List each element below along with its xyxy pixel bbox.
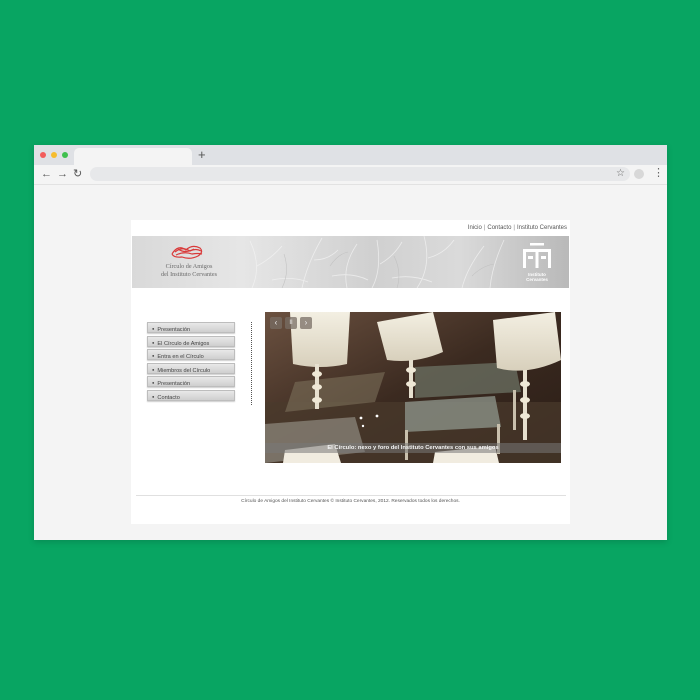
reload-icon[interactable]: ↻ (73, 166, 82, 182)
minimize-window-dot[interactable] (51, 152, 57, 158)
side-menu: ● Presentación ● El Círculo de Amigos ● Ent… (147, 322, 235, 403)
prev-slide-button[interactable]: ‹ (270, 317, 282, 329)
website-page: Inicio|Contacto|Instituto Cervantes (131, 220, 570, 524)
bullet-icon: ● (152, 380, 155, 385)
instituto-cervantes-text: Instituto Cervantes (514, 272, 560, 282)
circulo-logo-text[interactable]: Círculo de Amigos del Instituto Cervante… (154, 263, 224, 278)
menu-item-label: Presentación (157, 381, 191, 387)
menu-item-label: Miembros del Círculo (157, 367, 211, 374)
slide-caption: El Círculo: nexo y foro del Instituto Ce… (265, 443, 561, 453)
more-menu-icon[interactable]: ⋮ (653, 165, 664, 182)
link-separator: | (483, 225, 486, 231)
bullet-icon: ● (152, 366, 155, 372)
back-arrow-icon[interactable]: ← (41, 166, 52, 182)
page-viewport: Inicio|Contacto|Instituto Cervantes (34, 185, 667, 540)
header-banner: Círculo de Amigos del Instituto Cervante… (132, 236, 569, 288)
maximize-window-dot[interactable] (62, 152, 68, 158)
menu-item-presentacion[interactable]: ● Presentación (147, 322, 235, 333)
menu-item-label: Entra en el Círculo (157, 354, 204, 360)
menu-item-circulo-de-amigos[interactable]: ● El Círculo de Amigos (147, 335, 235, 347)
browser-window: + ← → ↻ ☆ ⋮ Inicio | Contacto | Instituto Ce… (34, 145, 667, 540)
menu-item-presentacion-2[interactable]: ● Presentación (147, 376, 235, 387)
browser-tab[interactable] (74, 148, 192, 165)
top-links: Inicio | Contacto | Instituto Cervantes (468, 225, 567, 231)
slideshow[interactable]: ‹ II › El Círculo: nexo y foro del Insti… (265, 312, 561, 463)
next-slide-button[interactable]: › (300, 317, 312, 329)
bullet-icon: ● (152, 339, 155, 345)
ic-line-2: Cervantes (526, 277, 548, 282)
dotted-divider (251, 322, 252, 405)
footer-copyright: Círculo de Amigos del Instituto Cervante… (241, 499, 460, 504)
address-bar[interactable] (90, 167, 630, 181)
bullet-icon: ● (152, 353, 155, 358)
menu-item-label: Presentación (157, 327, 191, 333)
logo-line-1: Círculo de Amigos (165, 263, 213, 270)
forward-arrow-icon[interactable]: → (57, 166, 68, 182)
link-instituto-cervantes[interactable]: Instituto Cervantes (517, 225, 567, 231)
circulo-logo-icon (171, 245, 203, 259)
slideshow-photo (265, 312, 561, 463)
profile-avatar-icon[interactable] (634, 169, 644, 179)
bullet-icon: ● (152, 326, 155, 331)
link-separator: | (513, 225, 515, 231)
bullet-icon: ● (152, 393, 155, 399)
menu-item-contacto[interactable]: ● Contacto (147, 389, 235, 401)
close-window-dot[interactable] (40, 152, 46, 158)
pause-slide-button[interactable]: II (285, 317, 297, 329)
browser-toolbar: ← → ↻ ☆ ⋮ (34, 165, 667, 185)
tab-bar: + (34, 145, 667, 165)
footer-divider (136, 495, 566, 496)
link-inicio[interactable]: Inicio (468, 225, 482, 231)
link-contacto[interactable]: Contacto (487, 225, 511, 231)
new-tab-button[interactable]: + (198, 148, 206, 162)
menu-item-miembros[interactable]: ● Miembros del Círculo (147, 362, 235, 374)
bookmark-star-icon[interactable]: ☆ (616, 166, 625, 182)
menu-item-entra-en-el-circulo[interactable]: ● Entra en el Círculo (147, 349, 235, 360)
logo-line-2: del Instituto Cervantes (160, 270, 218, 278)
menu-item-label: El Círculo de Amigos (157, 340, 210, 347)
menu-item-label: Contacto (157, 394, 180, 401)
